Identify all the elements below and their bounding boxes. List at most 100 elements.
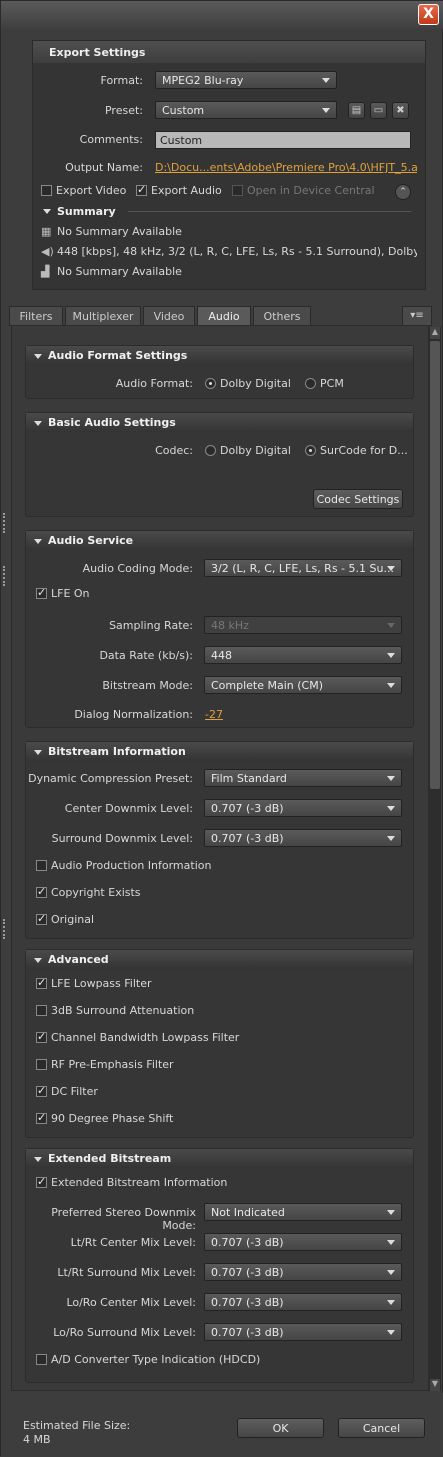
extended-bitstream-title: Extended Bitstream (48, 1152, 172, 1165)
preset-value: Custom (162, 104, 205, 117)
lfe-on-checkbox[interactable] (36, 586, 47, 599)
codec-settings-button[interactable]: Codec Settings (313, 489, 403, 509)
tab-audio[interactable]: Audio (197, 306, 251, 326)
preferred-downmix-dropdown[interactable]: Not Indicated (204, 1203, 402, 1221)
ltrt-surround-label: Lt/Rt Surround Mix Level: (57, 1266, 196, 1279)
export-video-checkbox[interactable] (41, 185, 52, 196)
comments-field[interactable]: Custom (155, 131, 411, 149)
export-audio-label: Export Audio (151, 184, 222, 197)
chevron-down-icon (387, 836, 395, 841)
collapse-up-icon[interactable]: ⌃ (395, 184, 411, 200)
scroll-up-icon[interactable]: ▲ (430, 327, 440, 339)
chevron-down-icon (387, 653, 395, 658)
vertical-scrollbar[interactable]: ▲ ▼ (429, 327, 441, 1391)
loro-center-dropdown[interactable]: 0.707 (-3 dB) (204, 1293, 402, 1311)
format-dropdown[interactable]: MPEG2 Blu-ray (155, 71, 337, 89)
codec-dolby-digital-label: Dolby Digital (220, 444, 291, 457)
dolby-digital-label: Dolby Digital (220, 377, 291, 390)
collapse-triangle-icon (34, 421, 42, 426)
basic-audio-section: Basic Audio Settings Codec: Dolby Digita… (25, 412, 414, 517)
tab-multiplexer[interactable]: Multiplexer (65, 306, 141, 326)
extended-info-checkbox[interactable] (36, 1175, 47, 1188)
codec-surcode-label: SurCode for D... (320, 444, 408, 457)
scrollbar-thumb[interactable] (430, 341, 440, 789)
extended-bitstream-header[interactable]: Extended Bitstream (26, 1149, 413, 1168)
audio-format-section: Audio Format Settings Audio Format: Dolb… (25, 345, 414, 399)
center-downmix-dropdown[interactable]: 0.707 (-3 dB) (204, 799, 402, 817)
data-rate-dropdown[interactable]: 448 (204, 646, 402, 664)
audio-settings-content: Audio Format Settings Audio Format: Dolb… (11, 325, 429, 1391)
audio-coding-dropdown[interactable]: 3/2 (L, R, C, LFE, Ls, Rs - 5.1 Su... (204, 559, 402, 577)
summary-divider (128, 211, 411, 212)
audio-coding-label: Audio Coding Mode: (82, 562, 193, 575)
audio-service-header[interactable]: Audio Service (26, 531, 413, 550)
chevron-down-icon (387, 683, 395, 688)
summary-label: Summary (57, 205, 116, 218)
dynamic-compression-dropdown[interactable]: Film Standard (204, 769, 402, 787)
preset-dropdown[interactable]: Custom (155, 101, 337, 119)
open-device-central-label: Open in Device Central (247, 184, 375, 197)
cancel-button[interactable]: Cancel (338, 1418, 425, 1438)
lfe-lowpass-checkbox[interactable] (36, 976, 47, 989)
pcm-radio[interactable] (305, 378, 316, 389)
loro-surround-dropdown[interactable]: 0.707 (-3 dB) (204, 1323, 402, 1341)
export-audio-checkbox[interactable] (136, 183, 147, 196)
rf-preemphasis-label: RF Pre-Emphasis Filter (51, 1058, 174, 1071)
sampling-rate-value: 48 kHz (211, 619, 249, 632)
panel-menu-icon[interactable]: ▾≡ (402, 306, 432, 326)
surround-downmix-dropdown[interactable]: 0.707 (-3 dB) (204, 829, 402, 847)
bitstream-mode-dropdown[interactable]: Complete Main (CM) (204, 676, 402, 694)
rf-preemphasis-checkbox[interactable] (36, 1059, 47, 1070)
basic-audio-header[interactable]: Basic Audio Settings (26, 413, 413, 432)
chevron-down-icon (387, 776, 395, 781)
import-preset-icon[interactable]: ▭ (370, 102, 387, 119)
summary-toggle-icon[interactable] (43, 209, 51, 214)
codec-dolby-digital-radio[interactable] (205, 445, 216, 456)
collapse-triangle-icon (34, 1157, 42, 1162)
original-checkbox[interactable] (36, 912, 47, 925)
copyright-checkbox[interactable] (36, 885, 47, 898)
export-settings-header: Export Settings (33, 41, 425, 63)
export-video-label: Export Video (56, 184, 127, 197)
loro-surround-label: Lo/Ro Surround Mix Level: (53, 1326, 196, 1339)
dc-filter-checkbox[interactable] (36, 1084, 47, 1097)
film-icon: ▦ (41, 225, 52, 238)
ltrt-surround-dropdown[interactable]: 0.707 (-3 dB) (204, 1263, 402, 1281)
preset-label: Preset: (104, 104, 143, 117)
dialog-normalization-value[interactable]: -27 (205, 708, 223, 721)
surround-attenuation-checkbox[interactable] (36, 1005, 47, 1016)
bitstream-header[interactable]: Bitstream Information (26, 742, 413, 761)
extended-info-label: Extended Bitstream Information (51, 1176, 228, 1189)
dolby-digital-radio[interactable] (205, 378, 216, 389)
extended-bitstream-section: Extended Bitstream Extended Bitstream In… (25, 1148, 414, 1383)
tab-video[interactable]: Video (143, 306, 195, 326)
ltrt-center-dropdown[interactable]: 0.707 (-3 dB) (204, 1233, 402, 1251)
phase-shift-checkbox[interactable] (36, 1111, 47, 1124)
tab-bar: Filters Multiplexer Video Audio Others ▾… (9, 306, 439, 326)
chevron-down-icon (387, 1300, 395, 1305)
advanced-header[interactable]: Advanced (26, 950, 413, 969)
data-rate-label: Data Rate (kb/s): (99, 649, 193, 662)
tab-filters[interactable]: Filters (9, 306, 63, 326)
save-preset-icon[interactable]: ▤ (348, 102, 365, 119)
output-name-link[interactable]: D:\Docu...ents\Adobe\Premiere Pro\4.0\HF… (155, 161, 417, 174)
delete-preset-icon[interactable]: ✖ (392, 102, 409, 119)
export-settings-panel: Export Settings Format: MPEG2 Blu-ray Pr… (32, 40, 426, 290)
panel-grip-handle[interactable] (3, 513, 6, 533)
close-button[interactable]: X (418, 4, 439, 25)
file-size-label: Estimated File Size: (23, 1419, 131, 1432)
audio-format-header[interactable]: Audio Format Settings (26, 346, 413, 365)
format-value: MPEG2 Blu-ray (162, 74, 244, 87)
panel-grip-handle[interactable] (3, 919, 6, 939)
collapse-triangle-icon (34, 958, 42, 963)
scroll-down-icon[interactable]: ▼ (430, 1379, 440, 1391)
channel-bandwidth-checkbox[interactable] (36, 1030, 47, 1043)
hdcd-checkbox[interactable] (36, 1354, 47, 1365)
ok-button[interactable]: OK (237, 1418, 324, 1438)
audio-service-section: Audio Service Audio Coding Mode: 3/2 (L,… (25, 530, 414, 728)
tab-others[interactable]: Others (253, 306, 311, 326)
panel-grip-handle[interactable] (3, 566, 6, 586)
codec-surcode-radio[interactable] (305, 445, 316, 456)
audio-production-checkbox[interactable] (36, 860, 47, 871)
advanced-title: Advanced (48, 953, 109, 966)
